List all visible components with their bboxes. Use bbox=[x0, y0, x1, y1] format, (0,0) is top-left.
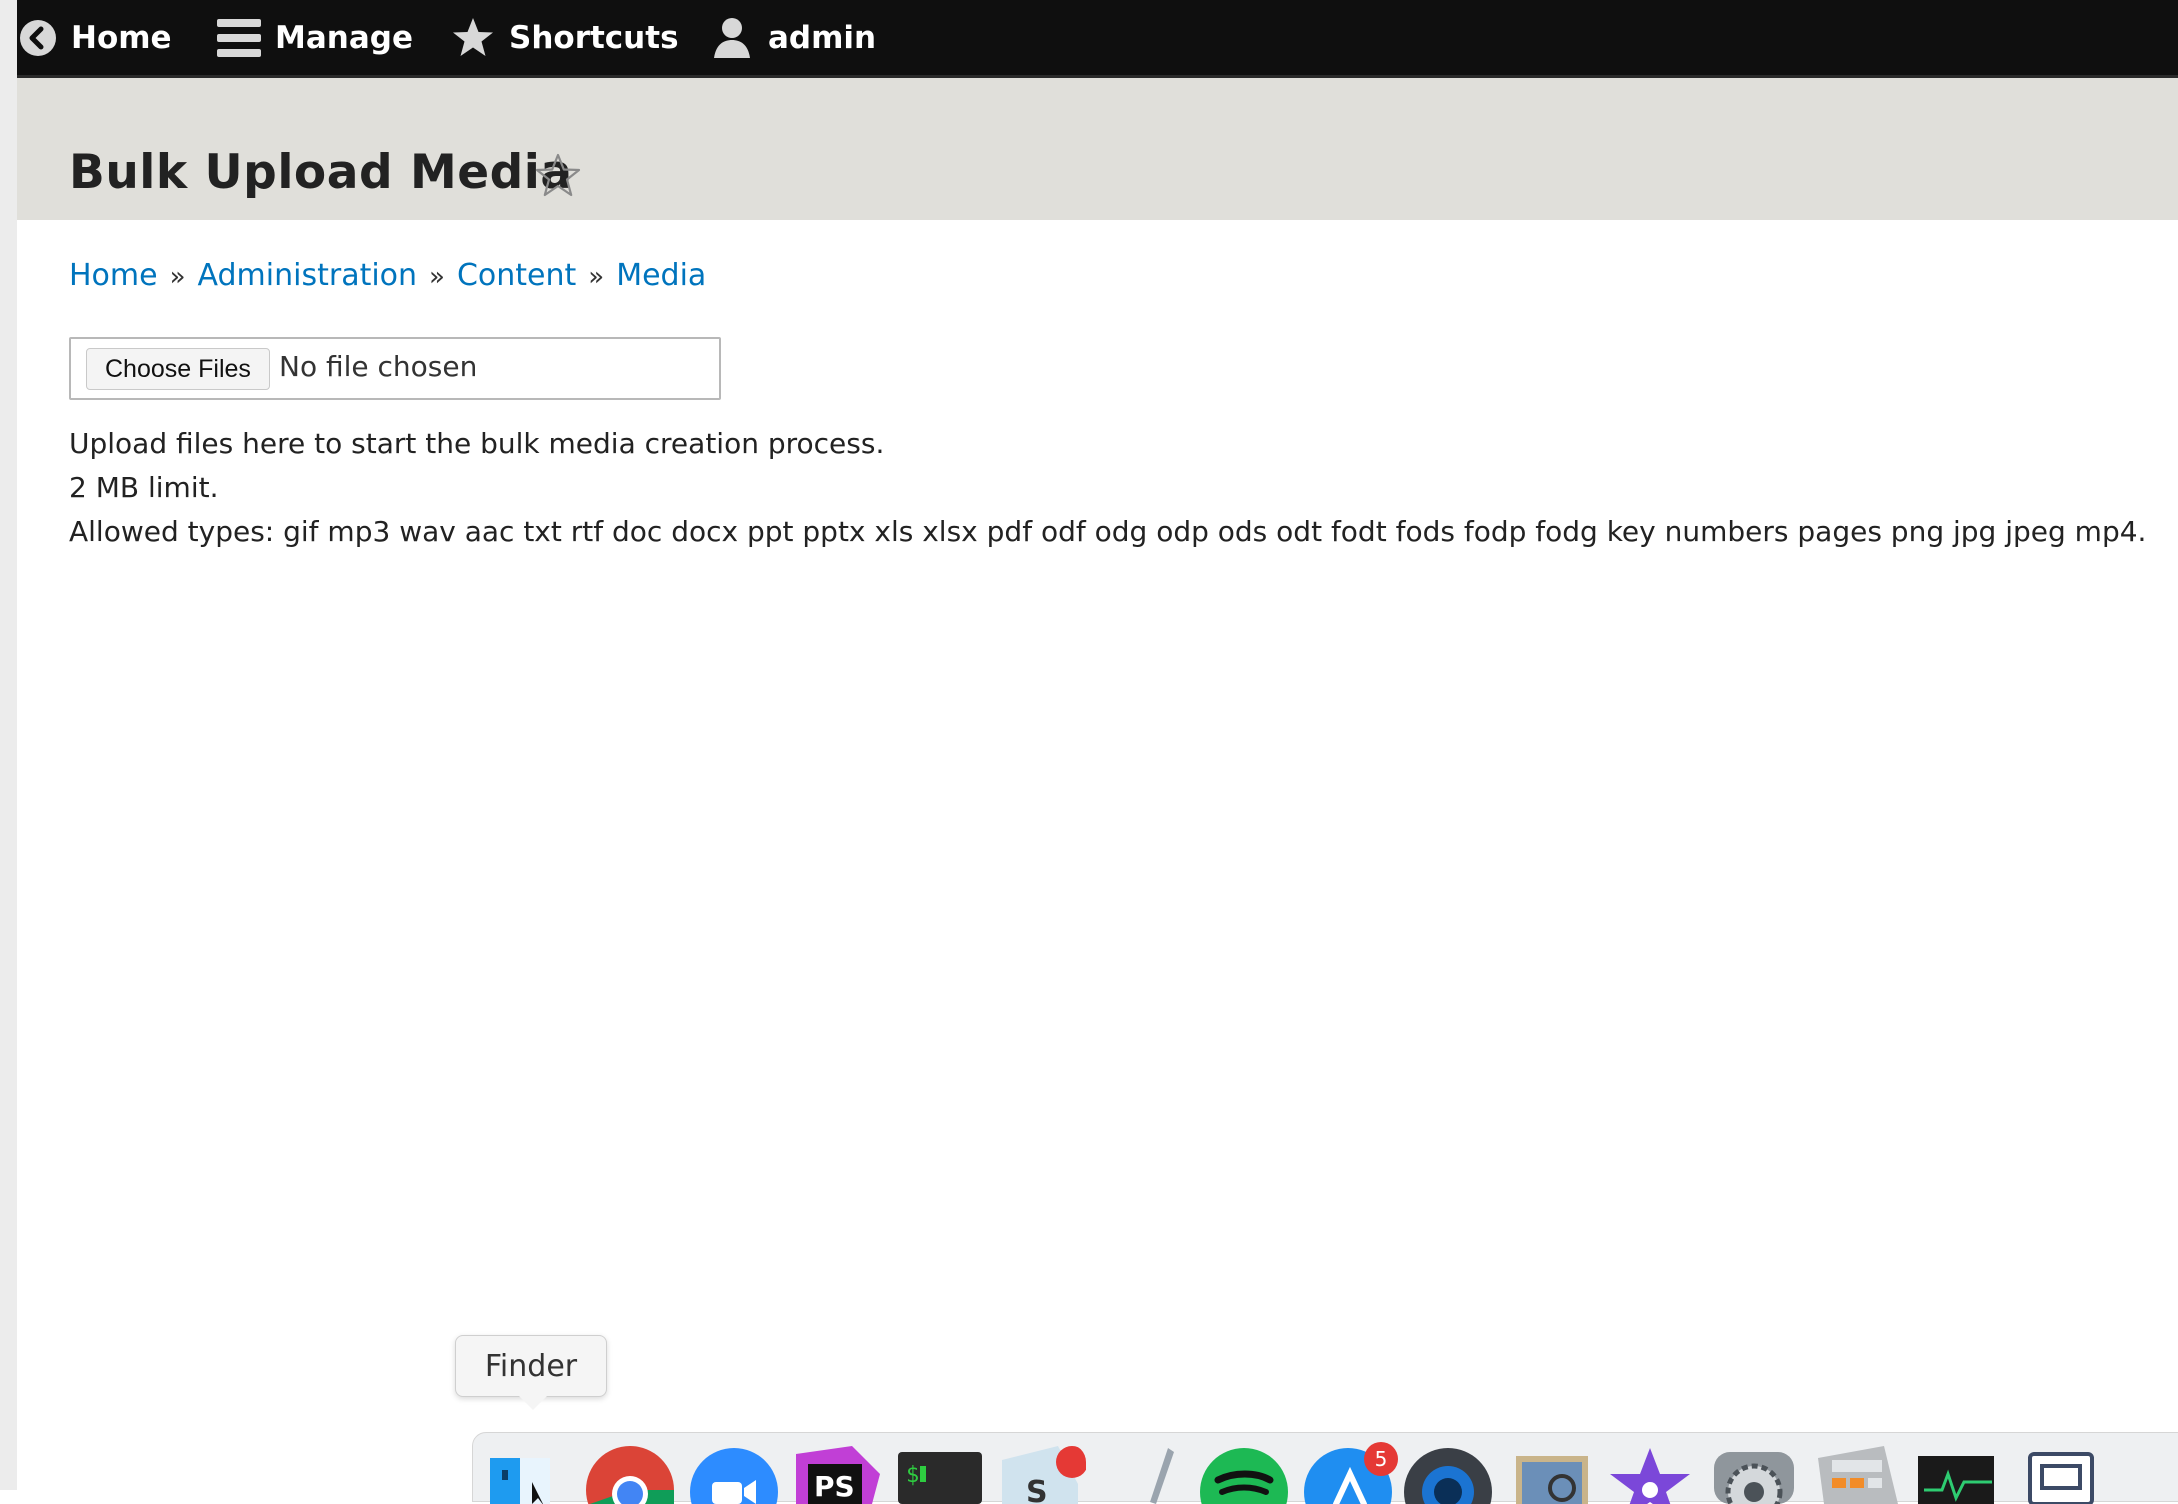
breadcrumb-separator: » bbox=[429, 262, 445, 292]
toolbar-user-link[interactable]: admin bbox=[710, 0, 876, 75]
file-upload-field[interactable]: Choose Files No file chosen bbox=[69, 337, 721, 400]
breadcrumb-separator: » bbox=[588, 262, 605, 292]
menu-icon bbox=[217, 18, 261, 57]
toolbar-home-link[interactable]: Home bbox=[19, 0, 172, 75]
breadcrumb-separator: » bbox=[169, 262, 186, 292]
pen-icon[interactable] bbox=[1102, 1444, 1190, 1504]
chrome-icon[interactable] bbox=[586, 1444, 674, 1504]
upload-limit-text: 2 MB limit. bbox=[69, 471, 219, 504]
breadcrumb-content[interactable]: Content bbox=[457, 258, 576, 293]
toolbar-home-label: Home bbox=[71, 19, 172, 56]
user-icon bbox=[714, 17, 750, 58]
zoom-icon[interactable] bbox=[690, 1444, 778, 1504]
upload-help-text: Upload files here to start the bulk medi… bbox=[69, 427, 885, 460]
toolbar-user-label: admin bbox=[768, 19, 877, 56]
file-status-text: No file chosen bbox=[279, 350, 478, 383]
phpstorm-icon[interactable]: PS bbox=[792, 1444, 880, 1504]
star-icon bbox=[453, 17, 493, 56]
toolbar-manage-label: Manage bbox=[275, 19, 413, 56]
shortcut-star-icon[interactable] bbox=[535, 152, 581, 198]
terminal-icon[interactable]: $ bbox=[896, 1444, 984, 1504]
dock-tooltip: Finder bbox=[455, 1335, 607, 1397]
back-arrow-icon bbox=[20, 19, 56, 56]
admin-toolbar: Home Manage Shortcuts admin bbox=[17, 0, 2178, 78]
system-preferences-icon[interactable] bbox=[1710, 1444, 1798, 1504]
finder-icon[interactable] bbox=[482, 1444, 570, 1504]
preview-icon[interactable] bbox=[1508, 1444, 1596, 1504]
quicktime-icon[interactable] bbox=[1404, 1444, 1492, 1504]
screen-sharing-icon[interactable] bbox=[2016, 1444, 2104, 1504]
imovie-icon[interactable] bbox=[1606, 1444, 1694, 1504]
sublime-icon[interactable]: S bbox=[998, 1444, 1086, 1504]
breadcrumb-home[interactable]: Home bbox=[69, 258, 158, 293]
breadcrumb: Home » Administration » Content » Media bbox=[69, 258, 706, 293]
app-store-badge: 5 bbox=[1364, 1442, 1398, 1476]
toolbar-manage-link[interactable]: Manage bbox=[217, 0, 413, 75]
svg-text:$: $ bbox=[906, 1463, 919, 1488]
toolbar-shortcuts-link[interactable]: Shortcuts bbox=[451, 0, 679, 75]
breadcrumb-media[interactable]: Media bbox=[616, 258, 706, 293]
calculator-icon[interactable] bbox=[1814, 1444, 1902, 1504]
tooltip-arrow bbox=[519, 1396, 547, 1410]
spotify-icon[interactable] bbox=[1200, 1444, 1288, 1504]
svg-text:PS: PS bbox=[814, 1470, 855, 1503]
toolbar-shortcuts-label: Shortcuts bbox=[509, 19, 679, 56]
activity-monitor-icon[interactable] bbox=[1912, 1444, 2000, 1504]
breadcrumb-administration[interactable]: Administration bbox=[198, 258, 418, 293]
choose-files-button[interactable]: Choose Files bbox=[86, 348, 270, 390]
allowed-types-text: Allowed types: gif mp3 wav aac txt rtf d… bbox=[69, 515, 2147, 548]
page-title: Bulk Upload Media bbox=[69, 145, 573, 200]
window-edge bbox=[0, 0, 17, 1490]
